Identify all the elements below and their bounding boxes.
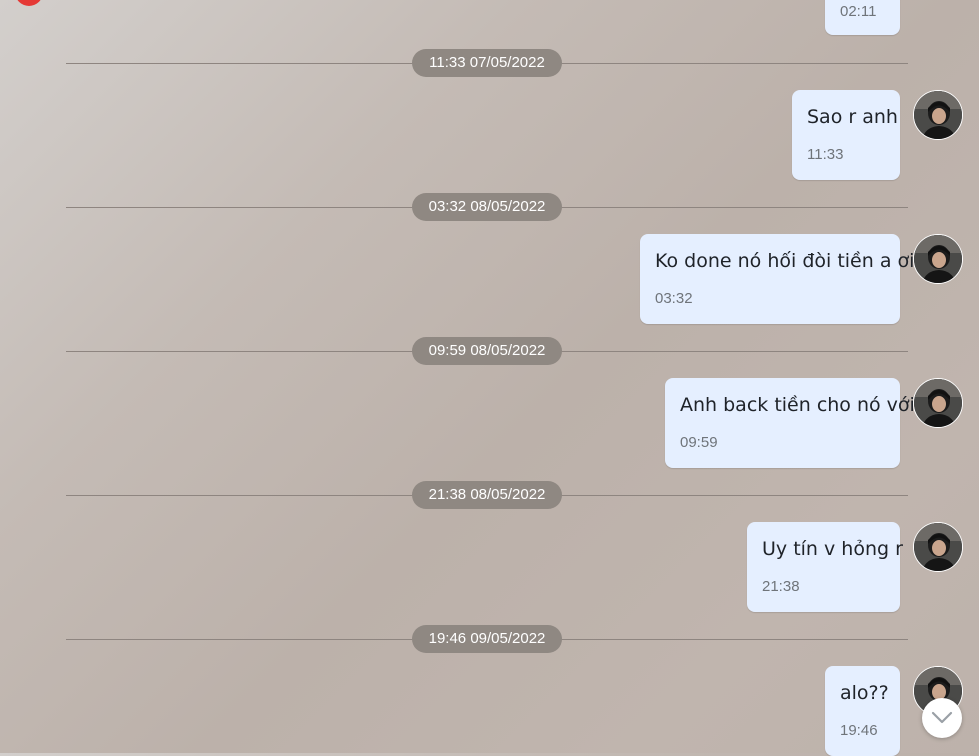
date-separator: 19:46 09/05/2022	[412, 625, 562, 653]
user-avatar[interactable]	[913, 90, 963, 140]
date-separator: 09:59 08/05/2022	[412, 337, 562, 365]
date-separator: 03:32 08/05/2022	[412, 193, 562, 221]
message-time: 19:46	[840, 722, 878, 739]
user-avatar[interactable]	[913, 522, 963, 572]
notification-dot	[15, 0, 43, 6]
scroll-to-bottom-button[interactable]	[922, 698, 962, 738]
date-separator: 21:38 08/05/2022	[412, 481, 562, 509]
message-bubble[interactable]: alo?? 19:46	[825, 666, 900, 756]
message-bubble[interactable]: 02:11	[825, 0, 900, 35]
message-bubble[interactable]: Ko done nó hối đòi tiền a ơi 03:32	[640, 234, 914, 324]
message-time: 21:38	[762, 578, 800, 595]
message-text: Sao r anh	[807, 106, 898, 128]
message-text: Ko done nó hối đòi tiền a ơi	[655, 250, 915, 272]
user-avatar[interactable]	[913, 234, 963, 284]
date-separator: 11:33 07/05/2022	[412, 49, 562, 77]
message-bubble[interactable]: Anh back tiền cho nó với 09:59	[665, 378, 915, 468]
message-time: 11:33	[807, 146, 844, 163]
message-bubble[interactable]: Uy tín v hỏng r 21:38	[747, 522, 903, 612]
message-text: Anh back tiền cho nó với	[680, 394, 915, 416]
message-bubble[interactable]: Sao r anh 11:33	[792, 90, 900, 180]
chevron-down-icon	[931, 711, 953, 724]
message-time: 02:11	[840, 3, 877, 20]
message-text: alo??	[840, 682, 889, 704]
user-avatar[interactable]	[913, 378, 963, 428]
message-time: 09:59	[680, 434, 718, 451]
message-text: Uy tín v hỏng r	[762, 538, 903, 560]
chat-message-list[interactable]: 02:11 11:33 07/05/2022 Sao r anh 11:33 0…	[0, 0, 979, 756]
message-time: 03:32	[655, 290, 693, 307]
